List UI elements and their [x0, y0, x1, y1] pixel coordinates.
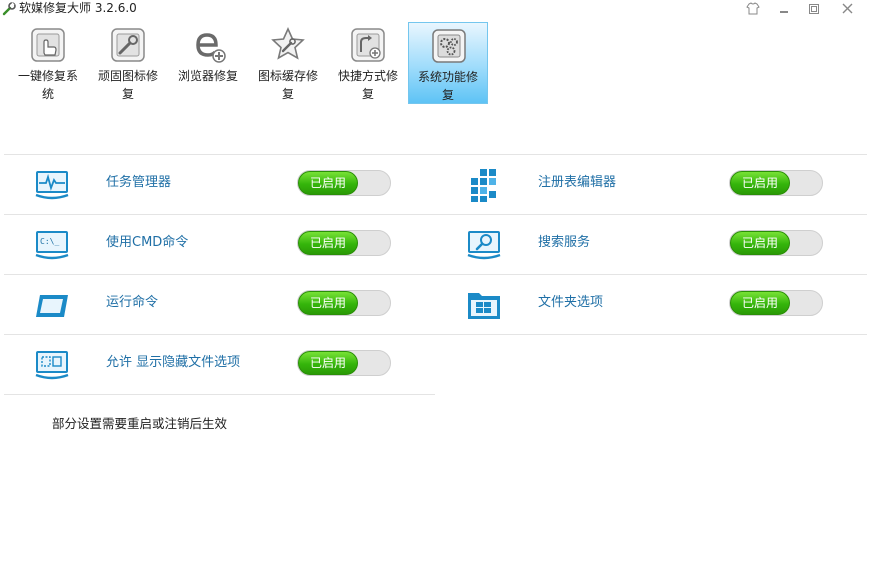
tab-label: 系统功能修复 — [417, 70, 478, 102]
feature-label: 允许 显示隐藏文件选项 — [106, 355, 241, 370]
toggle-state-label: 已启用 — [730, 231, 790, 255]
feature-row-run-command: 运行命令 已启用 — [4, 274, 435, 334]
search-service-icon — [466, 227, 502, 263]
tab-one-click-repair[interactable]: 一键修复系统 — [8, 22, 88, 104]
tab-system-function-repair[interactable]: 系统功能修复 — [408, 22, 488, 104]
feature-row-task-manager: 任务管理器 已启用 — [4, 154, 435, 214]
feature-label: 任务管理器 — [106, 175, 172, 190]
toggle-state-label: 已启用 — [298, 231, 358, 255]
toggle-state-label: 已启用 — [730, 291, 790, 315]
restart-note: 部分设置需要重启或注销后生效 — [52, 416, 228, 431]
hidden-files-icon — [34, 347, 70, 383]
toggle-state-label: 已启用 — [298, 291, 358, 315]
divider — [4, 394, 435, 395]
tab-label: 顽固图标修复 — [97, 69, 158, 101]
title-bar: 软媒修复大师 3.2.6.0 — [0, 0, 871, 18]
app-title: 软媒修复大师 3.2.6.0 — [19, 1, 137, 15]
run-command-toggle[interactable]: 已启用 — [297, 290, 391, 316]
task-manager-icon — [34, 167, 70, 203]
tab-icon-cache-repair[interactable]: 图标缓存修复 — [248, 22, 328, 104]
folder-options-icon — [466, 287, 502, 323]
tab-stubborn-icon-repair[interactable]: 顽固图标修复 — [88, 22, 168, 104]
toggle-state-label: 已启用 — [298, 351, 358, 375]
toggle-state-label: 已启用 — [730, 171, 790, 195]
browser-repair-icon — [188, 25, 228, 65]
cmd-icon: C:\_ — [34, 227, 70, 263]
toggle-state-label: 已启用 — [298, 171, 358, 195]
hidden-files-toggle[interactable]: 已启用 — [297, 350, 391, 376]
maximize-icon[interactable] — [806, 2, 822, 16]
registry-editor-toggle[interactable]: 已启用 — [729, 170, 823, 196]
main-toolbar: 一键修复系统 顽固图标修复 浏览器修复 图标缓存修复 快捷方式修复 系统功能修复 — [8, 22, 488, 104]
registry-editor-icon — [466, 167, 502, 203]
wrench-icon — [2, 1, 16, 16]
feature-label: 使用CMD命令 — [106, 235, 189, 250]
minimize-icon[interactable] — [776, 2, 792, 16]
system-function-repair-icon — [429, 26, 469, 66]
feature-row-search-service: 搜索服务 已启用 — [436, 214, 867, 274]
feature-label: 运行命令 — [106, 295, 159, 310]
shortcut-repair-icon — [348, 25, 388, 65]
tab-label: 图标缓存修复 — [257, 69, 318, 101]
folder-options-toggle[interactable]: 已启用 — [729, 290, 823, 316]
one-click-repair-icon — [28, 25, 68, 65]
tab-browser-repair[interactable]: 浏览器修复 — [168, 22, 248, 104]
feature-row-registry-editor: 注册表编辑器 已启用 — [436, 154, 867, 214]
tab-label: 快捷方式修复 — [337, 69, 398, 101]
search-service-toggle[interactable]: 已启用 — [729, 230, 823, 256]
tab-label: 浏览器修复 — [177, 69, 238, 83]
feature-label: 搜索服务 — [538, 235, 591, 250]
feature-label: 文件夹选项 — [538, 295, 604, 310]
feature-row-hidden-files: 允许 显示隐藏文件选项 已启用 — [4, 334, 435, 394]
stubborn-icon-repair-icon — [108, 25, 148, 65]
icon-cache-repair-icon — [268, 25, 308, 65]
task-manager-toggle[interactable]: 已启用 — [297, 170, 391, 196]
close-icon[interactable] — [840, 2, 856, 16]
feature-row-cmd: C:\_ 使用CMD命令 已启用 — [4, 214, 435, 274]
svg-text:C:\_: C:\_ — [40, 237, 59, 246]
tab-shortcut-repair[interactable]: 快捷方式修复 — [328, 22, 408, 104]
feature-row-folder-options: 文件夹选项 已启用 — [436, 274, 867, 334]
run-command-icon — [34, 287, 70, 323]
cmd-toggle[interactable]: 已启用 — [297, 230, 391, 256]
feature-label: 注册表编辑器 — [538, 175, 617, 190]
skin-icon[interactable] — [745, 2, 761, 16]
tab-label: 一键修复系统 — [17, 69, 78, 101]
